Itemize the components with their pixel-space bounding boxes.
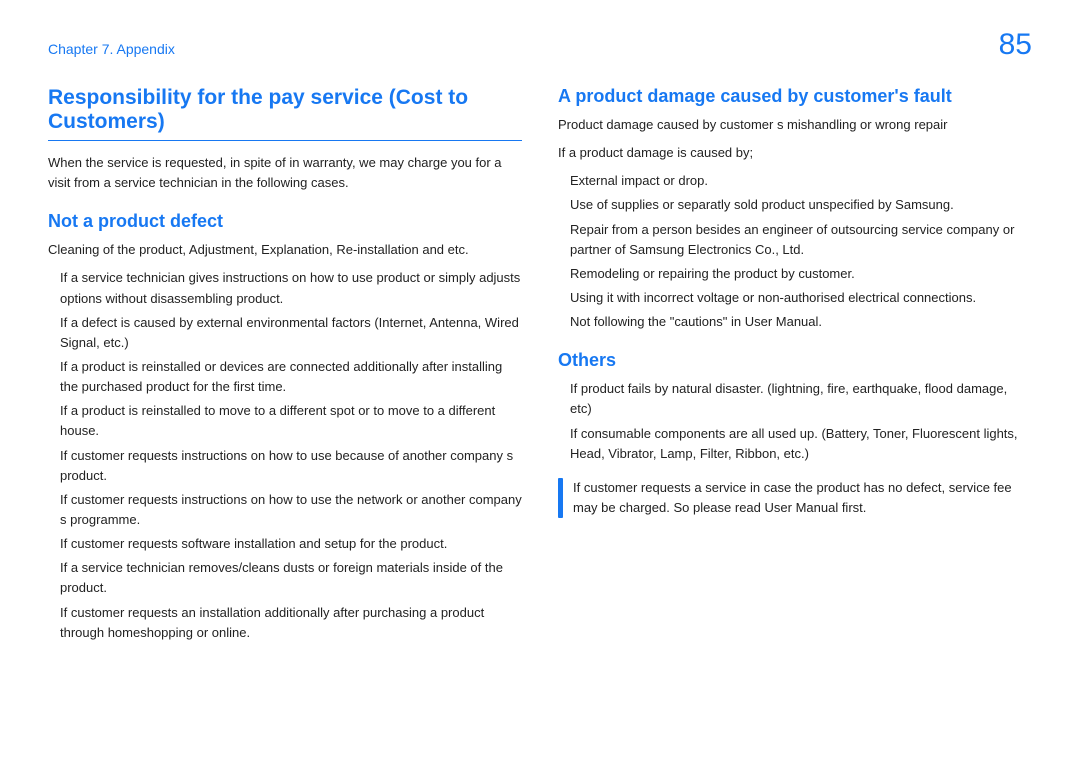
list-item: Repair from a person besides an engineer…	[570, 220, 1032, 260]
list-item: Remodeling or repairing the product by c…	[570, 264, 1032, 284]
list-item: If customer requests software installati…	[60, 534, 522, 554]
list-item: If consumable components are all used up…	[570, 424, 1032, 464]
right-column: A product damage caused by customer's fa…	[558, 86, 1032, 647]
list-item: If product fails by natural disaster. (l…	[570, 379, 1032, 419]
intro-text: When the service is requested, in spite …	[48, 153, 522, 193]
list-item: If a service technician removes/cleans d…	[60, 558, 522, 598]
others-list: If product fails by natural disaster. (l…	[558, 379, 1032, 464]
note-callout: If customer requests a service in case t…	[558, 478, 1032, 518]
list-item: If customer requests instructions on how…	[60, 490, 522, 530]
list-item: Use of supplies or separatly sold produc…	[570, 195, 1032, 215]
list-item: External impact or drop.	[570, 171, 1032, 191]
note-text: If customer requests a service in case t…	[573, 478, 1032, 518]
list-item: Using it with incorrect voltage or non-a…	[570, 288, 1032, 308]
left-column: Responsibility for the pay service (Cost…	[48, 86, 522, 647]
not-defect-lead: Cleaning of the product, Adjustment, Exp…	[48, 240, 522, 260]
list-item: Not following the "cautions" in User Man…	[570, 312, 1032, 332]
list-item: If a product is reinstalled or devices a…	[60, 357, 522, 397]
not-defect-heading: Not a product defect	[48, 211, 522, 232]
list-item: If a product is reinstalled to move to a…	[60, 401, 522, 441]
not-defect-list: If a service technician gives instructio…	[48, 268, 522, 642]
customer-fault-lead2: If a product damage is caused by;	[558, 143, 1032, 163]
page-number: 85	[999, 28, 1032, 62]
page-header: Chapter 7. Appendix 85	[48, 28, 1032, 62]
note-accent-bar	[558, 478, 563, 518]
list-item: If customer requests an installation add…	[60, 603, 522, 643]
list-item: If a defect is caused by external enviro…	[60, 313, 522, 353]
list-item: If customer requests instructions on how…	[60, 446, 522, 486]
customer-fault-heading: A product damage caused by customer's fa…	[558, 86, 1032, 107]
customer-fault-lead1: Product damage caused by customer s mish…	[558, 115, 1032, 135]
others-heading: Others	[558, 350, 1032, 371]
content-columns: Responsibility for the pay service (Cost…	[48, 86, 1032, 647]
chapter-label: Chapter 7. Appendix	[48, 41, 175, 57]
main-title: Responsibility for the pay service (Cost…	[48, 86, 522, 141]
list-item: If a service technician gives instructio…	[60, 268, 522, 308]
document-page: Chapter 7. Appendix 85 Responsibility fo…	[0, 0, 1080, 763]
customer-fault-list: External impact or drop. Use of supplies…	[558, 171, 1032, 332]
